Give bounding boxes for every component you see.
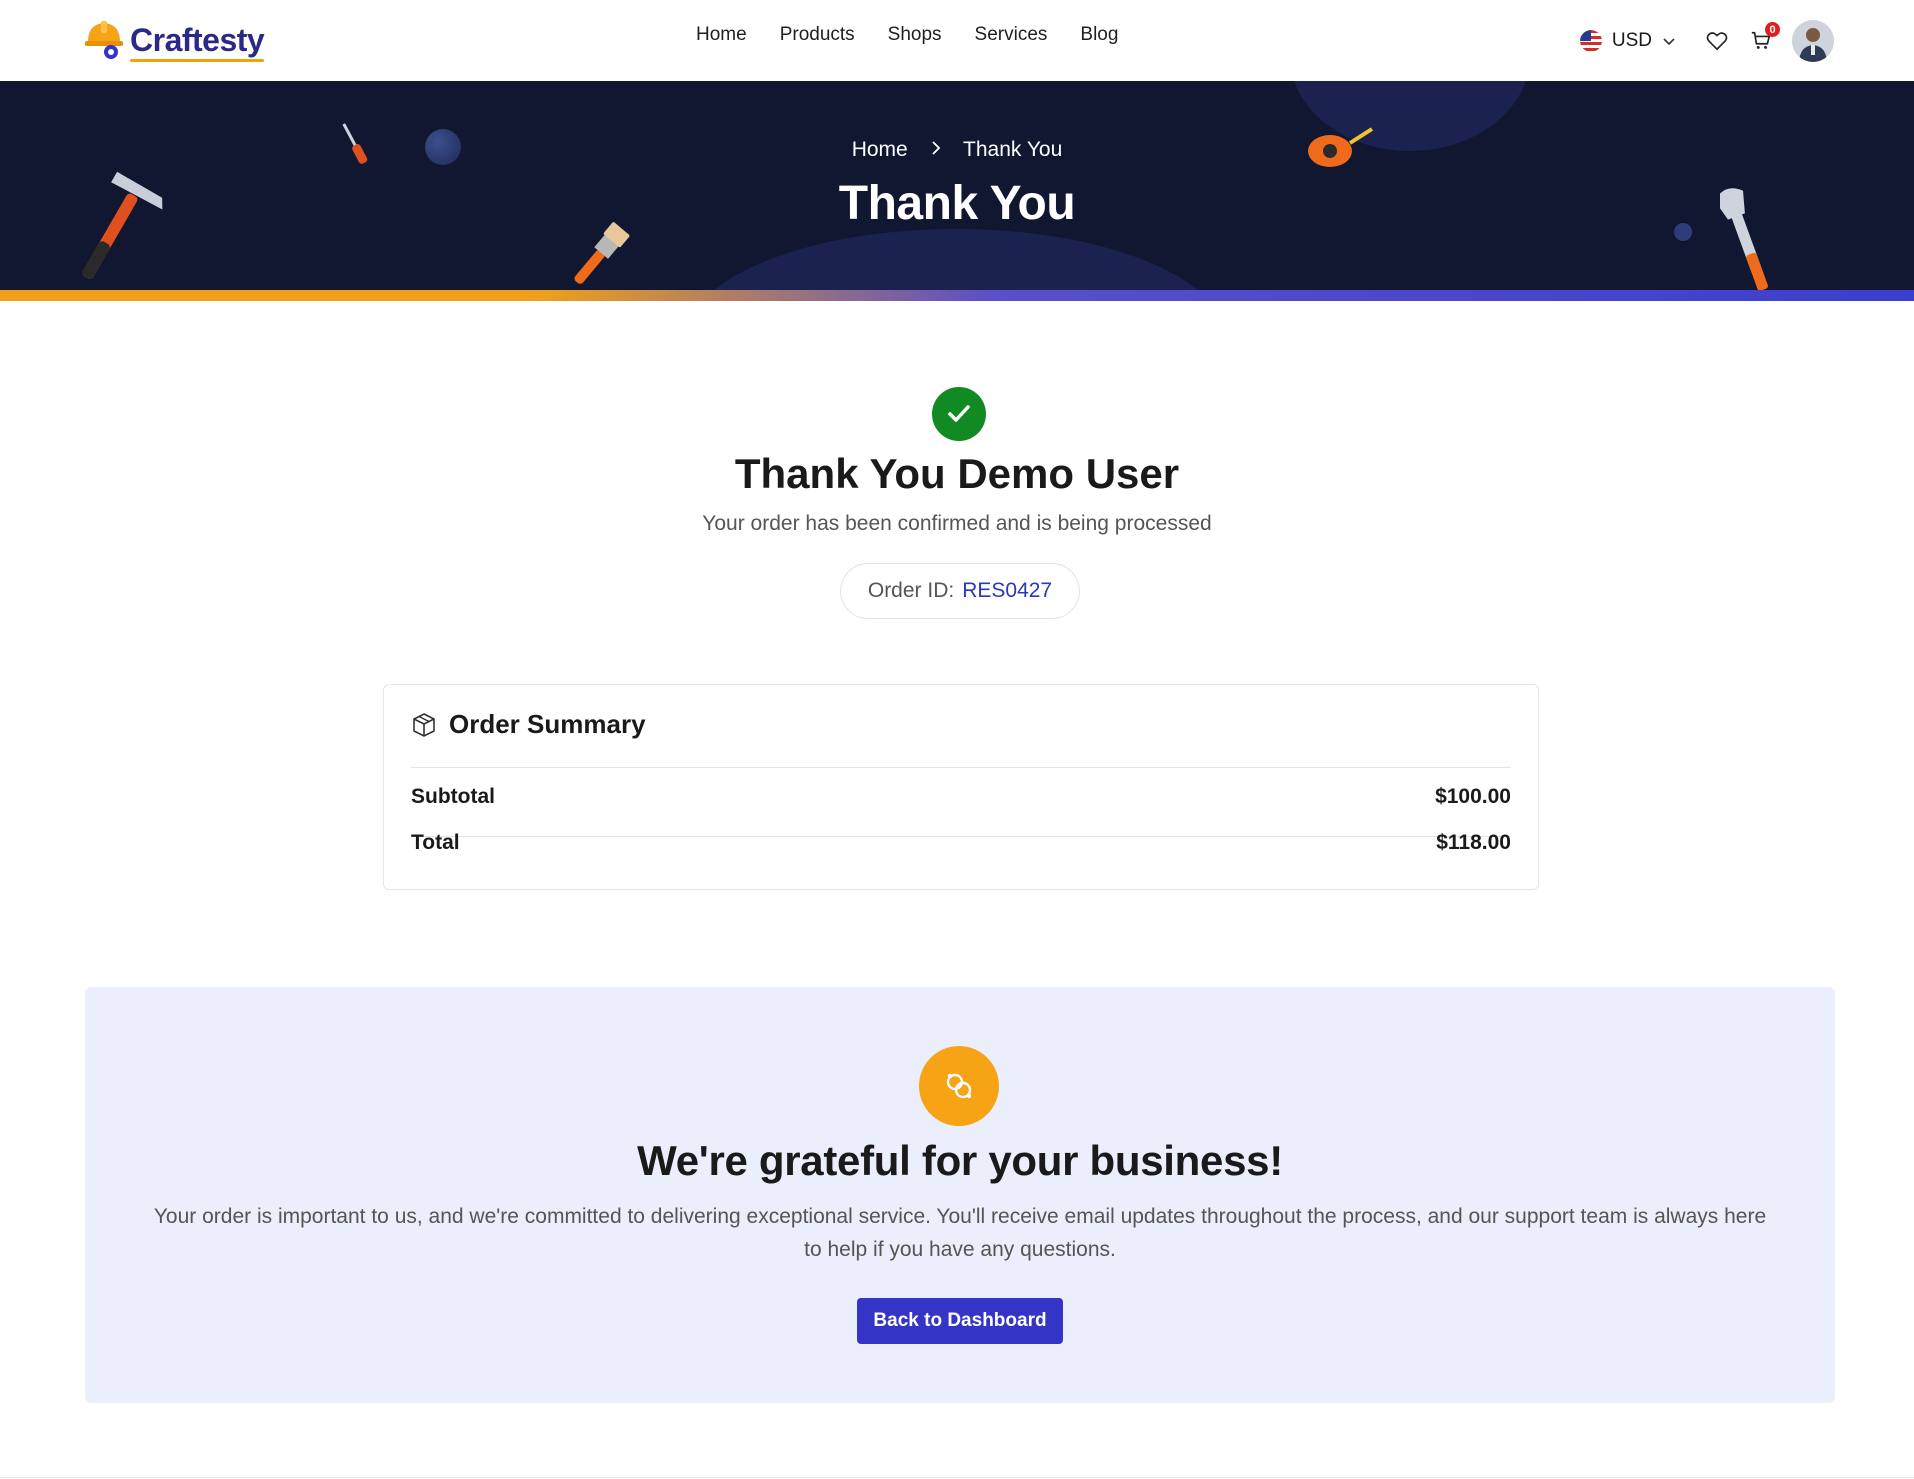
us-flag-icon (1579, 30, 1602, 52)
summary-row-total: Total $118.00 (411, 831, 1511, 855)
nav-shops[interactable]: Shops (888, 24, 942, 46)
top-header: Craftesty Home Products Shops Services B… (0, 0, 1914, 81)
hero-decoration-blob (686, 229, 1226, 291)
summary-row-subtotal: Subtotal $100.00 (411, 785, 1511, 809)
package-box-icon (413, 712, 435, 737)
order-summary-header: Order Summary (411, 709, 646, 740)
heart-icon (1706, 32, 1728, 51)
brand-logo[interactable]: Craftesty (84, 16, 265, 64)
gratitude-text: Your order is important to us, and we're… (153, 1205, 1767, 1261)
nav-home[interactable]: Home (696, 24, 747, 46)
chevron-right-icon (931, 141, 940, 155)
subtotal-value: $100.00 (1435, 785, 1511, 808)
order-id-label: Order ID: (867, 579, 955, 602)
gratitude-section: We're grateful for your business! Your o… (85, 987, 1835, 1403)
order-id-value: RES0427 (962, 579, 1053, 602)
confirmation-subtitle: Your order has been confirmed and is bei… (702, 512, 1212, 535)
nav-services[interactable]: Services (975, 24, 1048, 46)
header-tools: USD 0 (1579, 18, 1834, 64)
hardhat-gear-icon (85, 21, 123, 59)
currency-selector[interactable]: USD (1579, 30, 1676, 52)
cart-button[interactable]: 0 (1748, 22, 1780, 54)
nav-products[interactable]: Products (780, 24, 855, 46)
total-label: Total (411, 831, 460, 854)
confirmation-title: Thank You Demo User (734, 450, 1180, 497)
page-footer-divider (0, 1477, 1914, 1478)
hero-banner: Home Thank You Thank You (0, 81, 1914, 291)
breadcrumb: Home Thank You (0, 138, 1914, 162)
chevron-down-icon (1663, 38, 1675, 46)
main-nav: Home Products Shops Services Blog (696, 24, 1118, 46)
cart-count-badge: 0 (1765, 22, 1780, 37)
page-title: Thank You (838, 177, 1076, 230)
order-id-badge: Order ID: RES0427 (840, 563, 1080, 619)
summary-divider (411, 767, 1511, 768)
paintbrush-icon (574, 222, 630, 284)
success-check-icon (932, 387, 986, 441)
user-photo-icon (1792, 20, 1834, 62)
order-summary-title: Order Summary (449, 709, 646, 739)
nav-blog[interactable]: Blog (1080, 24, 1118, 46)
order-summary-card: Order Summary Subtotal $100.00 Total $11… (383, 684, 1539, 890)
brand-name: Craftesty (130, 21, 265, 62)
breadcrumb-home[interactable]: Home (852, 138, 908, 161)
back-to-dashboard-button[interactable]: Back to Dashboard (857, 1298, 1063, 1344)
currency-value: USD (1611, 30, 1652, 51)
gratitude-title: We're grateful for your business! (637, 1137, 1283, 1184)
wishlist-button[interactable] (1704, 28, 1730, 54)
hero-gradient-bar (0, 290, 1914, 301)
total-value: $118.00 (1436, 831, 1511, 854)
breadcrumb-current: Thank You (963, 138, 1063, 161)
handshake-icon (919, 1046, 999, 1126)
user-avatar[interactable] (1792, 20, 1834, 62)
subtotal-label: Subtotal (411, 785, 495, 808)
